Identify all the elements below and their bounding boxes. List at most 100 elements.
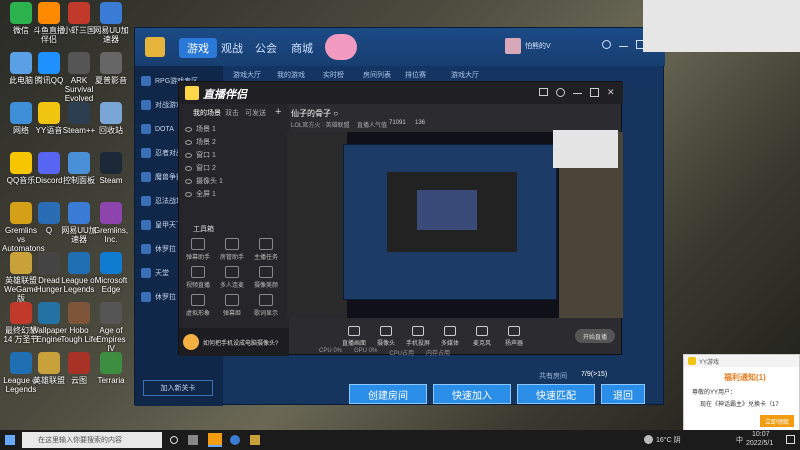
sidebar-item[interactable]: 皇甲天下 [141,220,183,230]
avatar[interactable] [505,38,521,54]
tool-button[interactable]: 弹幕助手 [183,238,213,261]
tool-button[interactable]: 弹幕姬 [217,294,247,317]
eye-icon[interactable] [185,126,192,132]
maximize-icon[interactable] [590,88,599,97]
subtab-1[interactable]: 游戏大厅 [233,70,261,80]
notice-line2: 现在《神话霸主》兑换卡（17 [700,402,779,408]
computer-icon [10,52,32,74]
weather-icon[interactable] [644,435,653,444]
tab-store[interactable]: 商城 [291,40,313,56]
create-room-button[interactable]: 创建房间 [349,384,427,404]
scene-item[interactable]: 摄像头 1 [185,176,223,186]
tool-button[interactable]: 主播任务 [251,238,281,261]
settings-icon[interactable] [602,40,612,49]
minimize-icon[interactable] [619,46,629,47]
sidebar-item[interactable]: 忍者对战 [141,148,183,158]
eye-icon[interactable] [185,139,192,145]
desktop-shortcut[interactable]: 回收站 [92,102,130,135]
tool-button[interactable]: 虚拟形象 [183,294,213,317]
quick-match-button[interactable]: 快速匹配 [517,384,595,404]
eye-icon[interactable] [185,191,192,197]
subtab-3[interactable]: 实时榜 [323,70,344,80]
desktop-shortcut[interactable]: 网易UU加速器 [92,2,130,44]
eye-icon[interactable] [185,152,192,158]
live-control[interactable]: 手机投屏 [403,326,433,347]
discord-icon [38,152,60,174]
tab-game[interactable]: 游戏 [179,38,217,58]
subtab-5[interactable]: 排位赛 [405,70,426,80]
scene-tab-send[interactable]: 可发送 [245,108,266,118]
add-friend-button[interactable]: 加入新关卡 [143,380,213,396]
cloud-icon [68,352,90,374]
mail-icon[interactable] [539,88,548,96]
settings-icon[interactable] [556,88,565,97]
mascot-icon [183,334,199,350]
minimize-icon[interactable] [573,93,582,94]
subtab-2[interactable]: 我的游戏 [277,70,305,80]
scene-item[interactable]: 全屏 1 [185,189,216,199]
scene-tab-double[interactable]: 双击 [225,108,239,118]
clock-time[interactable]: 10:07 [752,431,770,438]
taskbar-search[interactable]: 在这里输入你要搜索的内容 [22,432,162,448]
taskbar-app-icon[interactable] [188,435,198,445]
clock-date[interactable]: 2022/5/1 [746,440,773,447]
taskbar-app-icon[interactable] [208,433,222,447]
sidebar-item[interactable]: 魔兽争霸 [141,172,183,182]
quick-join-button[interactable]: 快速加入 [433,384,511,404]
eye-icon[interactable] [185,165,192,171]
tool-button[interactable]: 房管助手 [217,238,247,261]
close-icon[interactable]: ✕ [607,88,615,97]
scene-label: 窗口 1 [196,152,216,159]
sidebar-item[interactable]: 休罗拉 [141,292,176,302]
desktop-shortcut[interactable]: Steam [92,152,130,185]
add-scene-icon[interactable]: + [275,106,281,118]
tool-button[interactable]: 歌词显示 [251,294,281,317]
sidebar-item[interactable]: 天堂 [141,268,169,278]
scene-tab-mine[interactable]: 我的场景 [193,108,221,118]
desktop-shortcut[interactable]: 夏普影音 [92,52,130,85]
start-live-button[interactable]: 开始直播 [575,329,615,343]
live-companion-window: 直播伴侣 ✕ 我的场景 双击 可发送 + 场景 1 场景 2 窗口 1 窗口 2 摄像头… [178,81,623,357]
scene-item[interactable]: 窗口 2 [185,163,216,173]
notification-icon[interactable] [786,435,795,444]
notice-button[interactable]: 立即领取 [760,415,794,427]
phone-camera-hint[interactable]: 如何把手机设成电脑摄像头? [179,328,289,356]
tab-guild[interactable]: 公会 [255,40,277,56]
desktop-shortcut[interactable]: Terraria [92,352,130,385]
edge-icon [100,252,122,274]
live-control[interactable]: 直播画面 [339,326,369,347]
live-control[interactable]: 扬声器 [499,326,529,347]
desktop-shortcut[interactable]: Gremlins, Inc. [92,202,130,244]
tool-button[interactable]: 多人连麦 [217,266,247,289]
sidebar-item[interactable]: 忍法战场 [141,196,183,206]
desktop-shortcut[interactable]: Microsoft Edge [92,252,130,294]
weather[interactable]: 16°C 阴 [656,435,681,445]
yy-app-icon [688,357,696,365]
sidebar-item[interactable]: 休罗拉 [141,244,176,254]
ime-indicator[interactable]: 中 [736,435,743,445]
taskbar-app-icon[interactable] [250,435,260,445]
scene-item[interactable]: 场景 1 [185,124,216,134]
live-control[interactable]: 多媒体 [435,326,465,347]
subtab-6[interactable]: 游戏大厅 [451,70,479,80]
sidebar-item[interactable]: DOTA [141,124,174,134]
back-button[interactable]: 退回 [601,384,645,404]
live-control[interactable]: 麦克风 [467,326,497,347]
taskbar-app-icon[interactable] [230,435,240,445]
ark-icon [68,52,90,74]
desktop-shortcut-label: Gremlins, Inc. [93,226,129,244]
tool-button[interactable]: 摄像美颜 [251,266,281,289]
windows-start-icon[interactable] [5,435,15,445]
subtab-4[interactable]: 房间列表 [363,70,391,80]
scene-item[interactable]: 窗口 1 [185,150,216,160]
task-view-icon[interactable] [170,436,178,444]
sidebar-item[interactable]: 对战游戏 [141,100,183,110]
tool-button[interactable]: 视频直播 [183,266,213,289]
user-name[interactable]: 怕熊的V [525,41,551,51]
eye-icon[interactable] [185,178,192,184]
scene-item[interactable]: 场景 2 [185,137,216,147]
desktop-shortcut[interactable]: Age of Empires IV [92,302,130,353]
tab-spectate[interactable]: 观战 [221,40,243,56]
live-control[interactable]: 摄像头 [371,326,401,347]
event-badge[interactable] [325,34,357,60]
